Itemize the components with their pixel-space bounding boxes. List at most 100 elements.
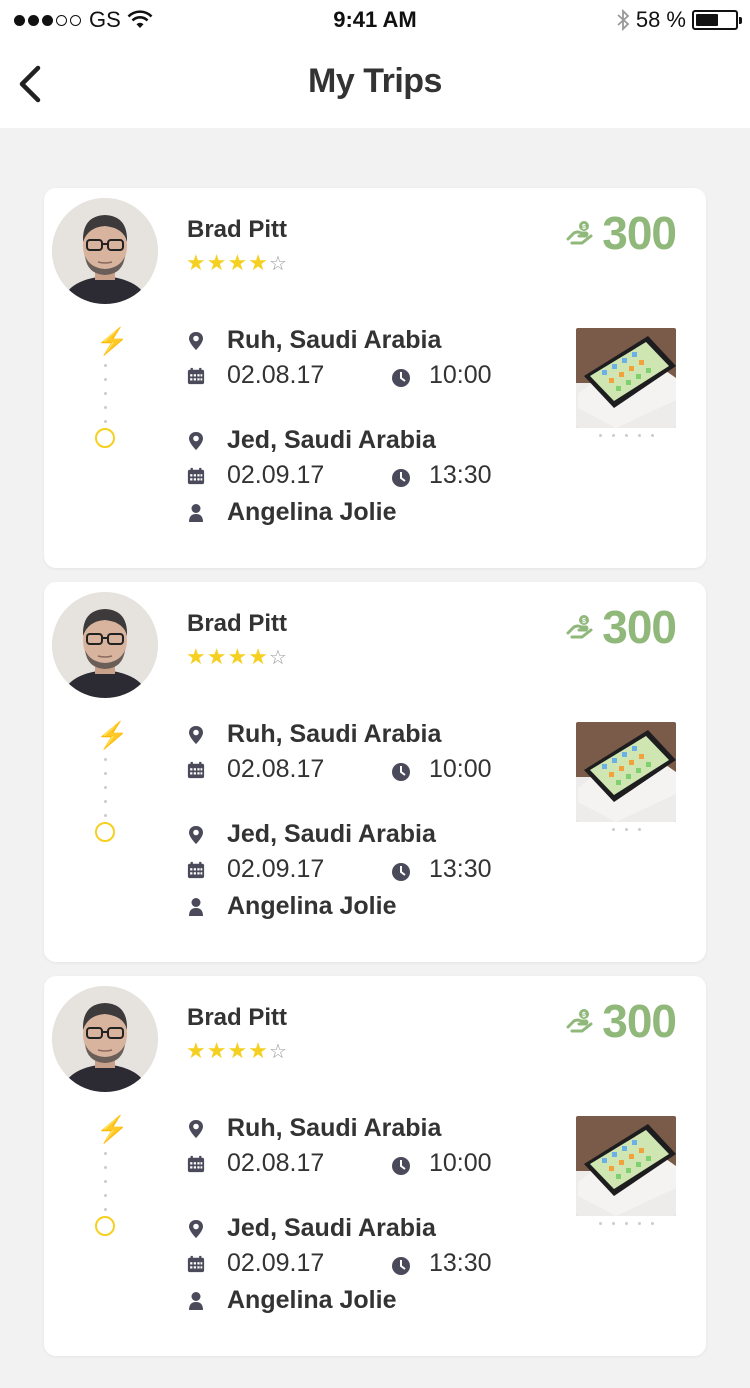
price: $ 300 xyxy=(566,600,677,654)
star-filled-icon: ★ xyxy=(186,644,207,669)
package-photo[interactable] xyxy=(576,722,676,822)
driver-name: Brad Pitt xyxy=(187,216,288,243)
star-filled-icon: ★ xyxy=(227,1038,249,1063)
avatar xyxy=(52,986,158,1092)
person-icon xyxy=(187,1291,205,1311)
route-timeline: ⚡ xyxy=(94,328,128,448)
to-date: 02.09.17 xyxy=(227,855,325,883)
to-location-row: Jed, Saudi Arabia xyxy=(187,820,436,849)
passenger-name: Angelina Jolie xyxy=(227,892,397,920)
star-empty-icon: ☆ xyxy=(268,253,288,275)
person-icon xyxy=(187,503,205,523)
trip-card[interactable]: Brad Pitt ★★★★☆ $ 300 ⚡ Ruh, Saudi Arabi… xyxy=(44,582,706,962)
photo-page-indicator xyxy=(576,828,676,831)
money-hand-icon: $ xyxy=(566,1009,593,1033)
star-filled-icon: ★ xyxy=(248,1038,269,1063)
status-right: 58 % xyxy=(616,7,742,33)
calendar-icon xyxy=(187,466,205,486)
to-time-row: 13:30 xyxy=(391,855,492,884)
to-location: Jed, Saudi Arabia xyxy=(227,1214,436,1242)
battery-percentage: 58 % xyxy=(635,7,686,32)
location-pin-icon xyxy=(187,1119,205,1139)
to-location-row: Jed, Saudi Arabia xyxy=(187,426,436,455)
star-rating: ★★★★☆ xyxy=(186,1038,288,1064)
battery-level xyxy=(696,14,719,26)
star-filled-icon: ★ xyxy=(227,644,249,669)
to-datetime-row: 02.09.17 xyxy=(187,855,324,884)
svg-text:$: $ xyxy=(582,1012,586,1019)
from-location: Ruh, Saudi Arabia xyxy=(227,1114,442,1142)
avatar-frame xyxy=(46,192,160,306)
lightning-icon: ⚡ xyxy=(96,1114,129,1144)
star-filled-icon: ★ xyxy=(186,1038,207,1063)
to-location: Jed, Saudi Arabia xyxy=(227,426,436,454)
to-time: 13:30 xyxy=(429,461,492,489)
from-location-row: Ruh, Saudi Arabia xyxy=(187,326,441,355)
page-dot xyxy=(598,434,602,437)
svg-text:$: $ xyxy=(582,224,586,231)
star-filled-icon: ★ xyxy=(248,644,269,669)
clock-icon xyxy=(391,1154,411,1175)
back-button[interactable] xyxy=(14,62,54,106)
page-dot xyxy=(624,1222,628,1225)
navigation-bar: My Trips xyxy=(0,40,750,128)
package-photo[interactable] xyxy=(576,328,676,428)
passenger-name: Angelina Jolie xyxy=(227,1286,397,1314)
star-empty-icon: ☆ xyxy=(268,647,288,669)
trip-card[interactable]: Brad Pitt ★★★★☆ $ 300 ⚡ Ruh, Saudi Arabi… xyxy=(44,976,706,1356)
star-empty-icon: ☆ xyxy=(268,1041,288,1063)
to-location-row: Jed, Saudi Arabia xyxy=(187,1214,436,1243)
money-hand-icon: $ xyxy=(566,221,593,245)
to-location: Jed, Saudi Arabia xyxy=(227,820,436,848)
location-pin-icon xyxy=(187,331,205,351)
from-datetime-row: 02.08.17 xyxy=(187,755,324,784)
calendar-icon xyxy=(187,366,205,386)
trip-card[interactable]: Brad Pitt ★★★★☆ $ 300 ⚡ Ruh, Saudi Arabi… xyxy=(44,188,706,568)
star-filled-icon: ★ xyxy=(248,250,269,275)
page-dot xyxy=(611,1222,615,1225)
calendar-icon xyxy=(187,1254,205,1274)
passenger-row: Angelina Jolie xyxy=(187,498,396,527)
lightning-icon: ⚡ xyxy=(96,720,129,750)
lightning-icon: ⚡ xyxy=(96,326,129,356)
avatar-frame xyxy=(46,586,160,700)
money-hand-icon: $ xyxy=(566,615,593,639)
passenger-name: Angelina Jolie xyxy=(227,498,397,526)
location-pin-icon xyxy=(187,825,205,845)
calendar-icon xyxy=(187,1154,205,1174)
star-filled-icon: ★ xyxy=(186,250,207,275)
price-value: 300 xyxy=(602,995,677,1047)
route-timeline: ⚡ xyxy=(94,722,128,842)
star-rating: ★★★★☆ xyxy=(186,250,288,276)
clock-icon xyxy=(391,1254,411,1275)
battery-icon xyxy=(692,10,742,30)
to-time: 13:30 xyxy=(429,1249,492,1277)
package-photo[interactable] xyxy=(576,1116,676,1216)
page-dot xyxy=(637,1222,641,1225)
page-dot xyxy=(611,434,615,437)
person-icon xyxy=(187,897,205,917)
page-dot xyxy=(637,434,641,437)
from-location-row: Ruh, Saudi Arabia xyxy=(187,720,441,749)
page-dot xyxy=(650,1222,654,1225)
from-time-row: 10:00 xyxy=(391,361,492,390)
from-location-row: Ruh, Saudi Arabia xyxy=(187,1114,441,1143)
from-datetime-row: 02.08.17 xyxy=(187,1149,324,1178)
page-dot xyxy=(598,1222,602,1225)
to-datetime-row: 02.09.17 xyxy=(187,461,324,490)
bluetooth-icon xyxy=(617,9,630,31)
photo-page-indicator xyxy=(576,1222,676,1225)
to-datetime-row: 02.09.17 xyxy=(187,1249,324,1278)
from-time: 10:00 xyxy=(429,755,492,783)
star-filled-icon: ★ xyxy=(227,250,249,275)
to-time-row: 13:30 xyxy=(391,461,492,490)
status-bar: GS 9:41 AM 58 % xyxy=(0,0,750,40)
chevron-left-icon xyxy=(19,65,41,103)
from-time: 10:00 xyxy=(429,361,492,389)
from-location: Ruh, Saudi Arabia xyxy=(227,326,442,354)
destination-circle-icon xyxy=(95,822,115,842)
route-timeline: ⚡ xyxy=(94,1116,128,1236)
location-pin-icon xyxy=(187,431,205,451)
from-time-row: 10:00 xyxy=(391,1149,492,1178)
avatar xyxy=(52,198,158,304)
